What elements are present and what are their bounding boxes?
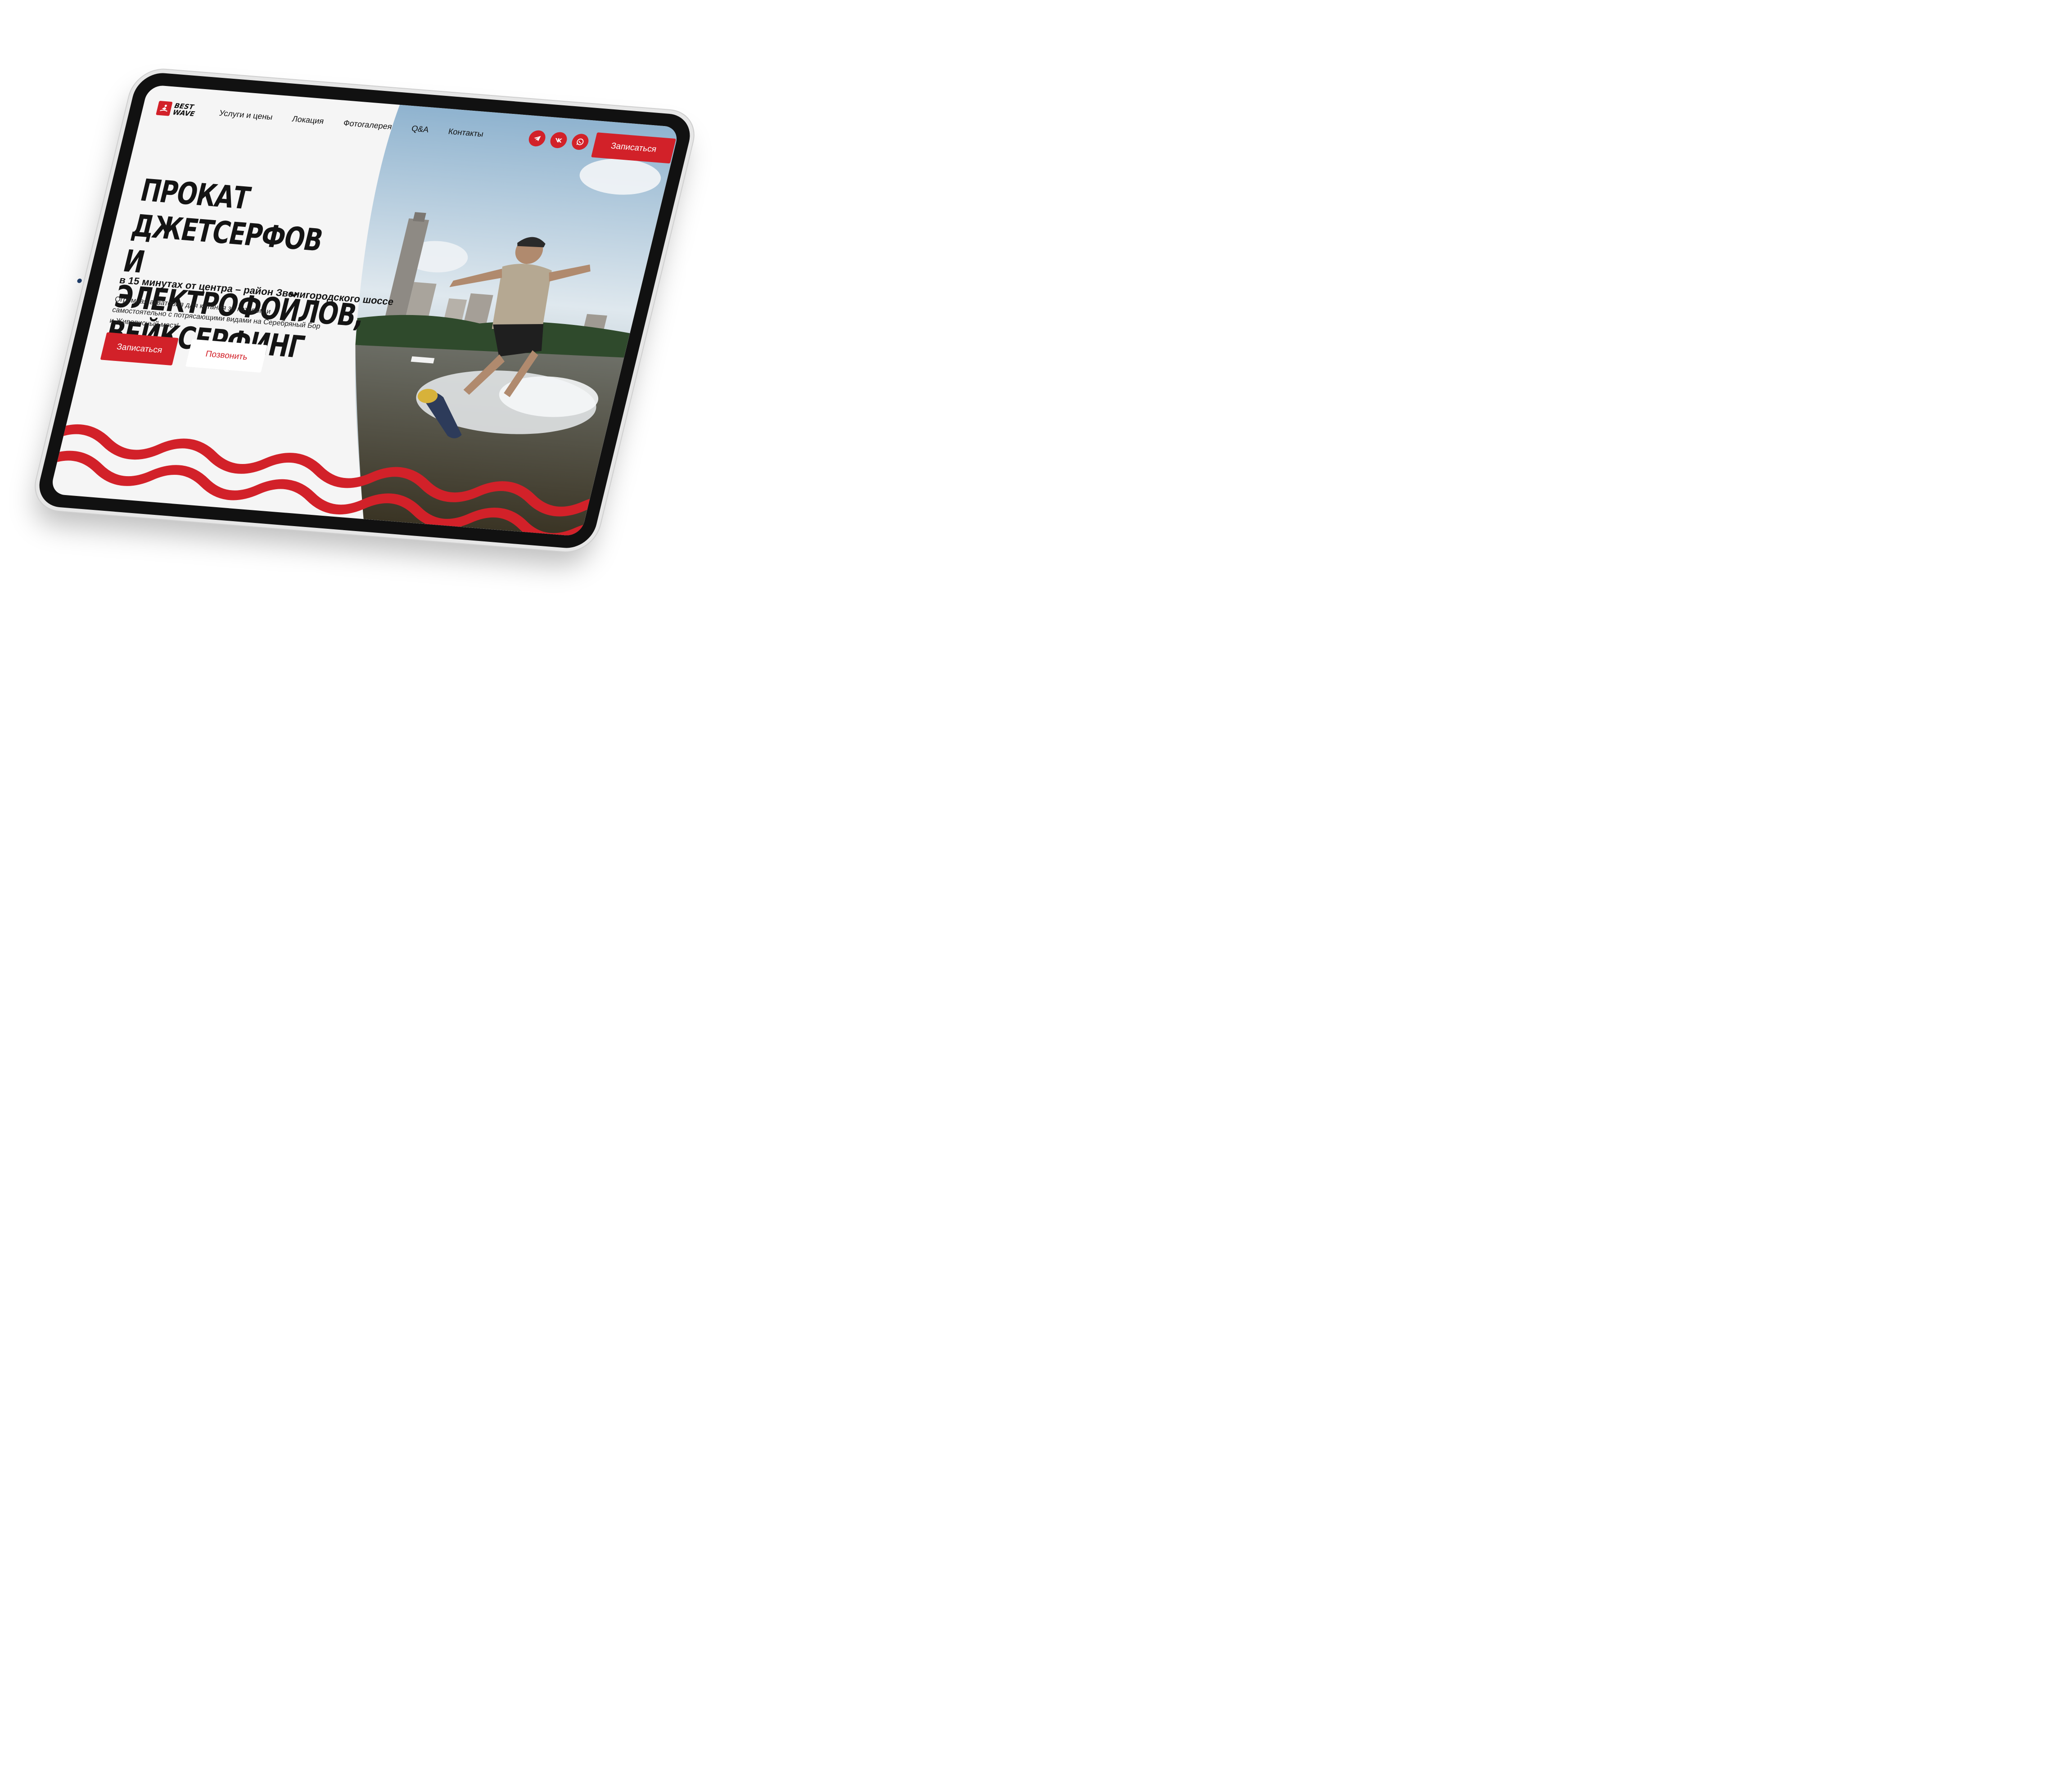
surfer-logo-icon (156, 100, 173, 116)
call-button[interactable]: Позвонить (185, 339, 268, 373)
tablet-device: BEST WAVE Услуги и цены Локация Фотогале… (34, 71, 695, 550)
mockup-scene: BEST WAVE Услуги и цены Локация Фотогале… (0, 0, 706, 608)
logo-text-line2: WAVE (172, 108, 196, 118)
nav-item-services[interactable]: Услуги и цены (218, 108, 274, 122)
nav-item-faq[interactable]: Q&A (411, 124, 430, 135)
telegram-icon[interactable] (527, 130, 547, 147)
website-screen: BEST WAVE Услуги и цены Локация Фотогале… (49, 84, 680, 537)
logo[interactable]: BEST WAVE (156, 100, 197, 118)
nav-item-location[interactable]: Локация (291, 114, 325, 126)
vk-icon[interactable] (548, 131, 569, 149)
camera-dot (77, 278, 82, 284)
logo-text: BEST WAVE (172, 102, 197, 118)
signup-button[interactable]: Записаться (100, 332, 179, 366)
